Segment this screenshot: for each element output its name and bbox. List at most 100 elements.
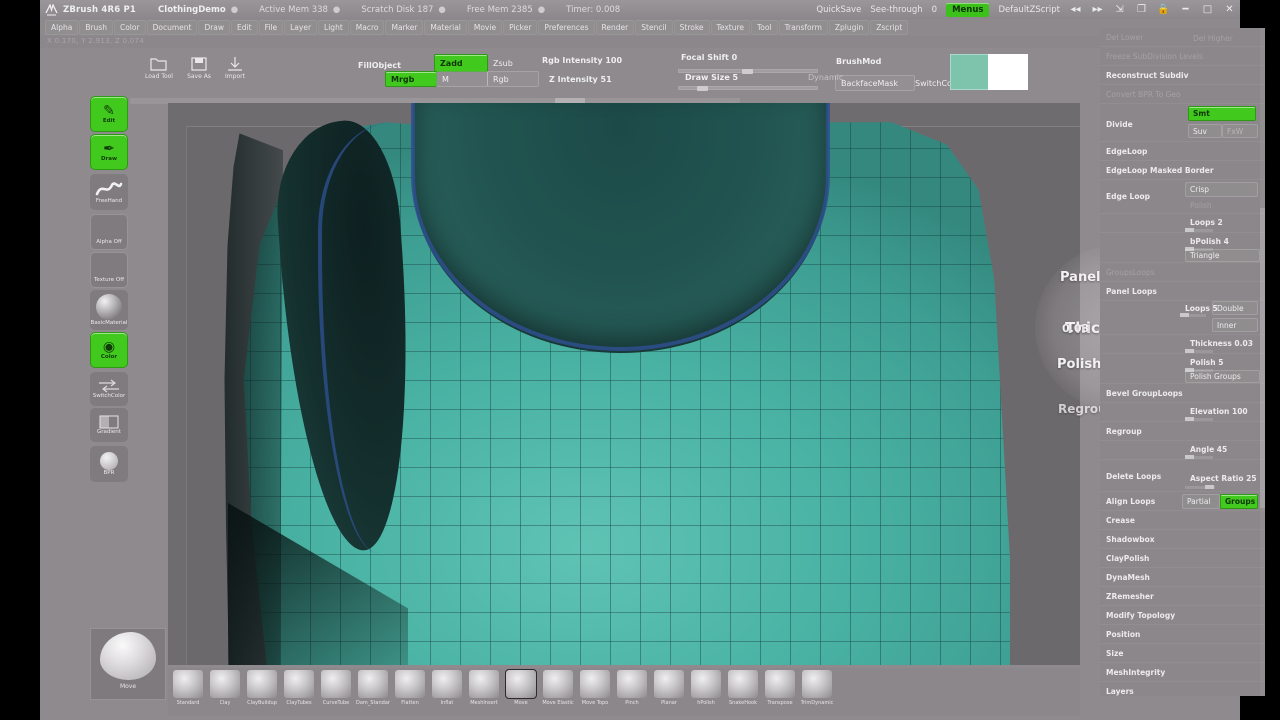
panel-button-bpolish-4-extra[interactable]: Triangle — [1185, 249, 1260, 262]
brush-inflat[interactable]: Inflat — [429, 668, 465, 713]
menu-item-render[interactable]: Render — [595, 20, 635, 35]
menu-item-texture[interactable]: Texture — [710, 20, 750, 35]
brush-transpose[interactable]: Transpose — [762, 668, 798, 713]
sculpt-mesh[interactable] — [168, 103, 1080, 665]
panel-row-freeze-subdivision-levels[interactable]: Freeze SubDivision Levels — [1100, 47, 1265, 66]
brush-move-elastic[interactable]: Move Elastic — [540, 668, 576, 713]
panel-button-suv[interactable]: Suv — [1188, 124, 1222, 138]
brush-meshinsert[interactable]: MeshInsert — [466, 668, 502, 713]
brush-move-topo[interactable]: Move Topo — [577, 668, 613, 713]
panel-row-edgeloop[interactable]: EdgeLoop — [1100, 142, 1265, 161]
z-intensity-label[interactable]: Z Intensity 51 — [549, 75, 612, 84]
material-button[interactable]: BasicMaterial — [90, 290, 128, 330]
gradient-button[interactable]: Gradient — [90, 408, 128, 442]
menu-item-edit[interactable]: Edit — [231, 20, 258, 35]
draw-size-label[interactable]: Draw Size 5 — [685, 73, 738, 82]
panel-slider-label-bpolish-4[interactable]: bPolish 4 — [1185, 235, 1260, 248]
color-button[interactable]: ◉ Color — [90, 332, 128, 368]
zadd-button[interactable]: Zadd — [434, 54, 488, 72]
panel-row-bevel-grouploops[interactable]: Bevel GroupLoops — [1100, 384, 1265, 403]
panel-row-edgeloop-masked-border[interactable]: EdgeLoop Masked Border — [1100, 161, 1265, 180]
menu-item-alpha[interactable]: Alpha — [45, 20, 79, 35]
fill-object-button[interactable]: FillObject — [358, 61, 401, 70]
menu-item-picker[interactable]: Picker — [503, 20, 538, 35]
load-tool-button[interactable]: Load Tool — [145, 56, 173, 86]
focal-shift-label[interactable]: Focal Shift 0 — [681, 53, 737, 62]
menu-item-marker[interactable]: Marker — [385, 20, 424, 35]
menu-item-material[interactable]: Material — [424, 20, 467, 35]
mrgb-button[interactable]: Mrgb — [385, 71, 437, 87]
panel-row-regroup[interactable]: Regroup — [1100, 422, 1265, 441]
panel-button-inner[interactable]: Inner — [1212, 318, 1258, 332]
panel-slider-label-thickness[interactable]: Thickness 0.03 — [1185, 337, 1260, 350]
menu-item-stencil[interactable]: Stencil — [635, 20, 673, 35]
menus-button[interactable]: Menus — [946, 2, 990, 17]
panel-slider-thickness[interactable] — [1185, 349, 1213, 353]
menu-item-tool[interactable]: Tool — [751, 20, 778, 35]
draw-mode-button[interactable]: ✒ Draw — [90, 134, 128, 170]
edit-mode-button[interactable]: ✎ Edit — [90, 96, 128, 132]
panel-slider-label-loops-2[interactable]: Loops 2 — [1185, 216, 1260, 229]
panel-row-meshintegrity[interactable]: MeshIntegrity — [1100, 663, 1265, 682]
main-color-swatch[interactable] — [950, 54, 990, 90]
menu-item-stroke[interactable]: Stroke — [673, 20, 710, 35]
panel-row-convert-bpr-to-geo[interactable]: Convert BPR To Geo — [1100, 85, 1265, 104]
menu-item-layer[interactable]: Layer — [284, 20, 318, 35]
panel-button-fxw[interactable]: FxW — [1222, 124, 1258, 138]
canvas-viewport[interactable]: Panel Loop — [168, 103, 1080, 665]
close-icon[interactable]: ✕ — [1223, 3, 1236, 16]
draw-size-slider[interactable] — [678, 86, 818, 91]
zsub-button[interactable]: Zsub — [487, 54, 539, 72]
menu-item-zplugin[interactable]: Zplugin — [828, 20, 870, 35]
panel-slider-label-aspect-ratio[interactable]: Aspect Ratio 25 — [1185, 472, 1265, 485]
chevron-right-icon[interactable]: ▸▸ — [1091, 3, 1104, 16]
panel-slider-loops-2[interactable] — [1185, 228, 1213, 232]
panel-row-crease[interactable]: Crease — [1100, 511, 1265, 530]
panel-button-partial[interactable]: Partial — [1182, 494, 1220, 509]
panel-row-grouploops[interactable]: GroupsLoops — [1100, 263, 1265, 282]
current-brush-preview[interactable]: Move — [90, 628, 166, 700]
minimize-icon[interactable]: ━ — [1179, 3, 1192, 16]
menu-item-zscript[interactable]: Zscript — [870, 20, 909, 35]
quicksave-button[interactable]: QuickSave — [816, 5, 861, 15]
panel-row-layers[interactable]: Layers — [1100, 682, 1265, 696]
menu-item-document[interactable]: Document — [146, 20, 198, 35]
see-through-value[interactable]: 0 — [932, 5, 937, 15]
brush-mod-label[interactable]: BrushMod — [836, 57, 881, 66]
menu-item-transform[interactable]: Transform — [778, 20, 828, 35]
menu-item-color[interactable]: Color — [113, 20, 146, 35]
menu-item-preferences[interactable]: Preferences — [538, 20, 595, 35]
brush-hpolish[interactable]: hPolish — [688, 668, 724, 713]
menu-item-file[interactable]: File — [258, 20, 284, 35]
bpr-render-button[interactable]: BPR — [90, 446, 128, 482]
panel-row-zremesher[interactable]: ZRemesher — [1100, 587, 1265, 606]
rgb-button[interactable]: Rgb — [487, 71, 539, 87]
panel-button-polish-5-extra[interactable]: Polish Groups — [1185, 370, 1260, 383]
menu-item-draw[interactable]: Draw — [198, 20, 231, 35]
panel-slider-loops5[interactable] — [1180, 313, 1206, 317]
brush-standard[interactable]: Standard — [170, 668, 206, 713]
panel-slider-label-angle[interactable]: Angle 45 — [1185, 443, 1260, 456]
panel-row-claypolish[interactable]: ClayPolish — [1100, 549, 1265, 568]
panel-slider-aspect-ratio[interactable] — [1185, 485, 1215, 489]
panel-slider-label-polish-5[interactable]: Polish 5 — [1185, 356, 1260, 369]
alpha-button[interactable]: Alpha Off — [90, 214, 128, 250]
chevron-left-icon[interactable]: ◂◂ — [1069, 3, 1082, 16]
panel-button-double[interactable]: Double — [1212, 301, 1258, 315]
panel-slider-angle[interactable] — [1185, 455, 1213, 459]
panel-button-crisp[interactable]: Crisp — [1185, 182, 1258, 197]
brush-claytubes[interactable]: ClayTubes — [281, 668, 317, 713]
lock-icon[interactable]: 🔒 — [1157, 3, 1170, 16]
menu-item-movie[interactable]: Movie — [467, 20, 503, 35]
backface-mask-button[interactable]: BackfaceMask — [835, 75, 915, 91]
panel-row-panel-loops[interactable]: Panel Loops — [1100, 282, 1265, 301]
panel-slider-label-elevation[interactable]: Elevation 100 — [1185, 405, 1260, 418]
secondary-color-swatch[interactable] — [988, 54, 1028, 90]
stroke-button[interactable]: FreeHand — [90, 174, 128, 210]
brush-move[interactable]: Move — [503, 668, 539, 713]
m-button[interactable]: M — [436, 71, 488, 87]
panel-button-groups[interactable]: Groups — [1220, 494, 1258, 509]
rgb-intensity-label[interactable]: Rgb Intensity 100 — [542, 56, 622, 65]
panel-button-del-higher[interactable]: Del Higher — [1188, 31, 1258, 45]
panel-label-polish[interactable]: Polish — [1185, 199, 1258, 212]
